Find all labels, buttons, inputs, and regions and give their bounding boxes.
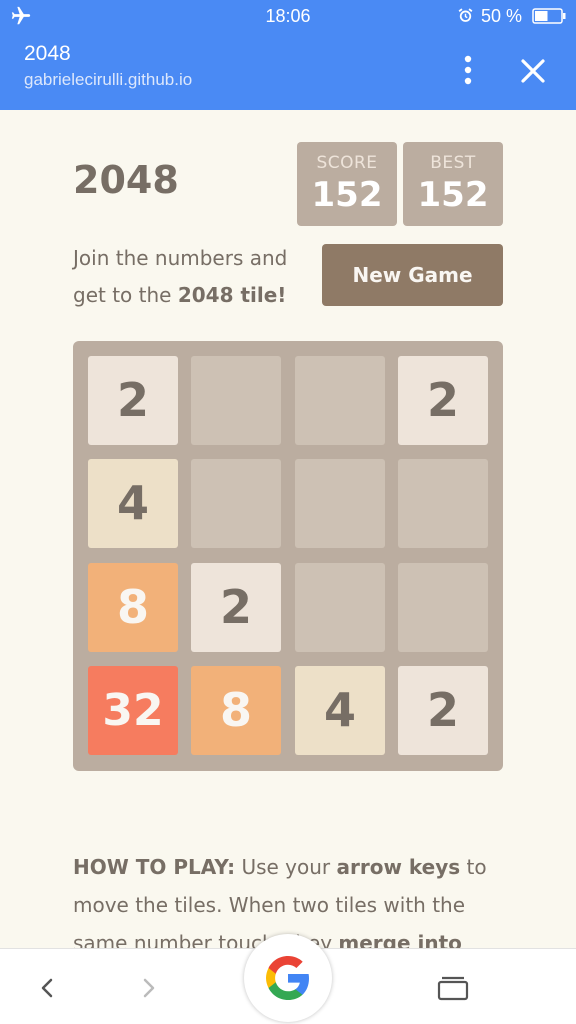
game-board[interactable]: 2 2 4 8 2 32 8 4 2 (73, 341, 503, 771)
status-bar: 18:06 50 % (0, 0, 576, 32)
tile-2: 2 (88, 356, 178, 445)
back-icon[interactable] (34, 973, 60, 1003)
how-bold-1: arrow keys (336, 855, 461, 879)
page-url: gabrielecirulli.github.io (24, 70, 193, 89)
tile-8: 8 (88, 563, 178, 652)
alarm-icon (458, 8, 473, 22)
empty-cell (295, 356, 385, 445)
new-game-button[interactable]: New Game (322, 244, 503, 306)
google-button[interactable] (244, 934, 332, 1022)
battery-percent: 50 % (481, 6, 523, 26)
tile-8: 8 (191, 666, 281, 755)
empty-cell (191, 459, 281, 548)
empty-cell (398, 459, 488, 548)
game-title: 2048 (73, 158, 179, 202)
empty-cell (295, 563, 385, 652)
page-title: 2048 (24, 42, 71, 65)
best-box: BEST 152 (403, 142, 503, 226)
tile-2: 2 (398, 666, 488, 755)
how-text-1: Use your (235, 855, 337, 879)
browser-toolbar: 2048 gabrielecirulli.github.io (0, 32, 576, 110)
intro-text-bold: 2048 tile! (177, 283, 287, 307)
tabs-icon[interactable] (434, 973, 472, 1003)
empty-cell (398, 563, 488, 652)
tile-4: 4 (295, 666, 385, 755)
google-icon (266, 956, 309, 1000)
forward-icon[interactable] (136, 973, 162, 1003)
score-box: SCORE 152 (297, 142, 397, 226)
tile-4: 4 (88, 459, 178, 548)
more-vert-icon[interactable] (454, 52, 482, 88)
intro-text: Join the numbers and get to the 2048 til… (73, 240, 313, 314)
close-icon[interactable] (516, 54, 550, 88)
score-value: 152 (311, 175, 383, 215)
tile-2: 2 (398, 356, 488, 445)
battery-icon (532, 8, 566, 24)
empty-cell (295, 459, 385, 548)
best-value: 152 (417, 175, 489, 215)
how-to-play-label: HOW TO PLAY: (73, 855, 236, 879)
empty-cell (191, 356, 281, 445)
best-label: BEST (430, 153, 476, 173)
score-label: SCORE (316, 153, 378, 173)
tile-2: 2 (191, 563, 281, 652)
tile-32: 32 (88, 666, 178, 755)
